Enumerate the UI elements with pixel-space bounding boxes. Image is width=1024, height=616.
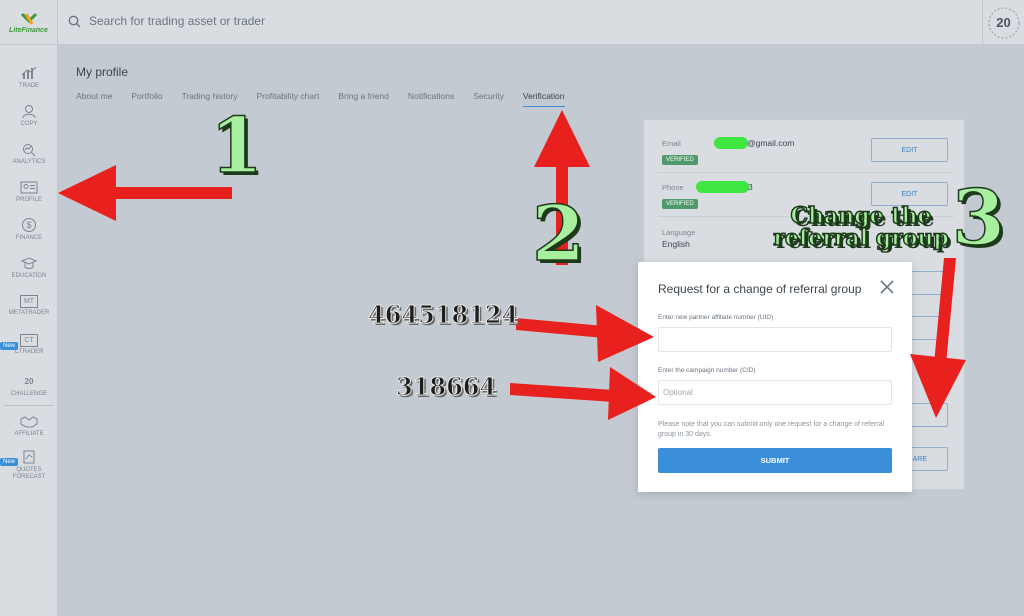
uid-example-label: 464518124 — [367, 300, 519, 329]
arrow-to-cid-field — [510, 367, 656, 420]
step-3-label: 3 — [951, 173, 1005, 262]
step-1-label: 1 — [209, 101, 263, 190]
arrow-to-change-referral — [910, 258, 966, 418]
step-2-label: 2 — [531, 189, 585, 278]
step-3-caption: Change the referral group — [772, 203, 949, 251]
arrow-to-uid-field — [516, 305, 654, 362]
arrow-to-profile — [58, 165, 232, 221]
cid-example-label: 318664 — [395, 372, 497, 401]
